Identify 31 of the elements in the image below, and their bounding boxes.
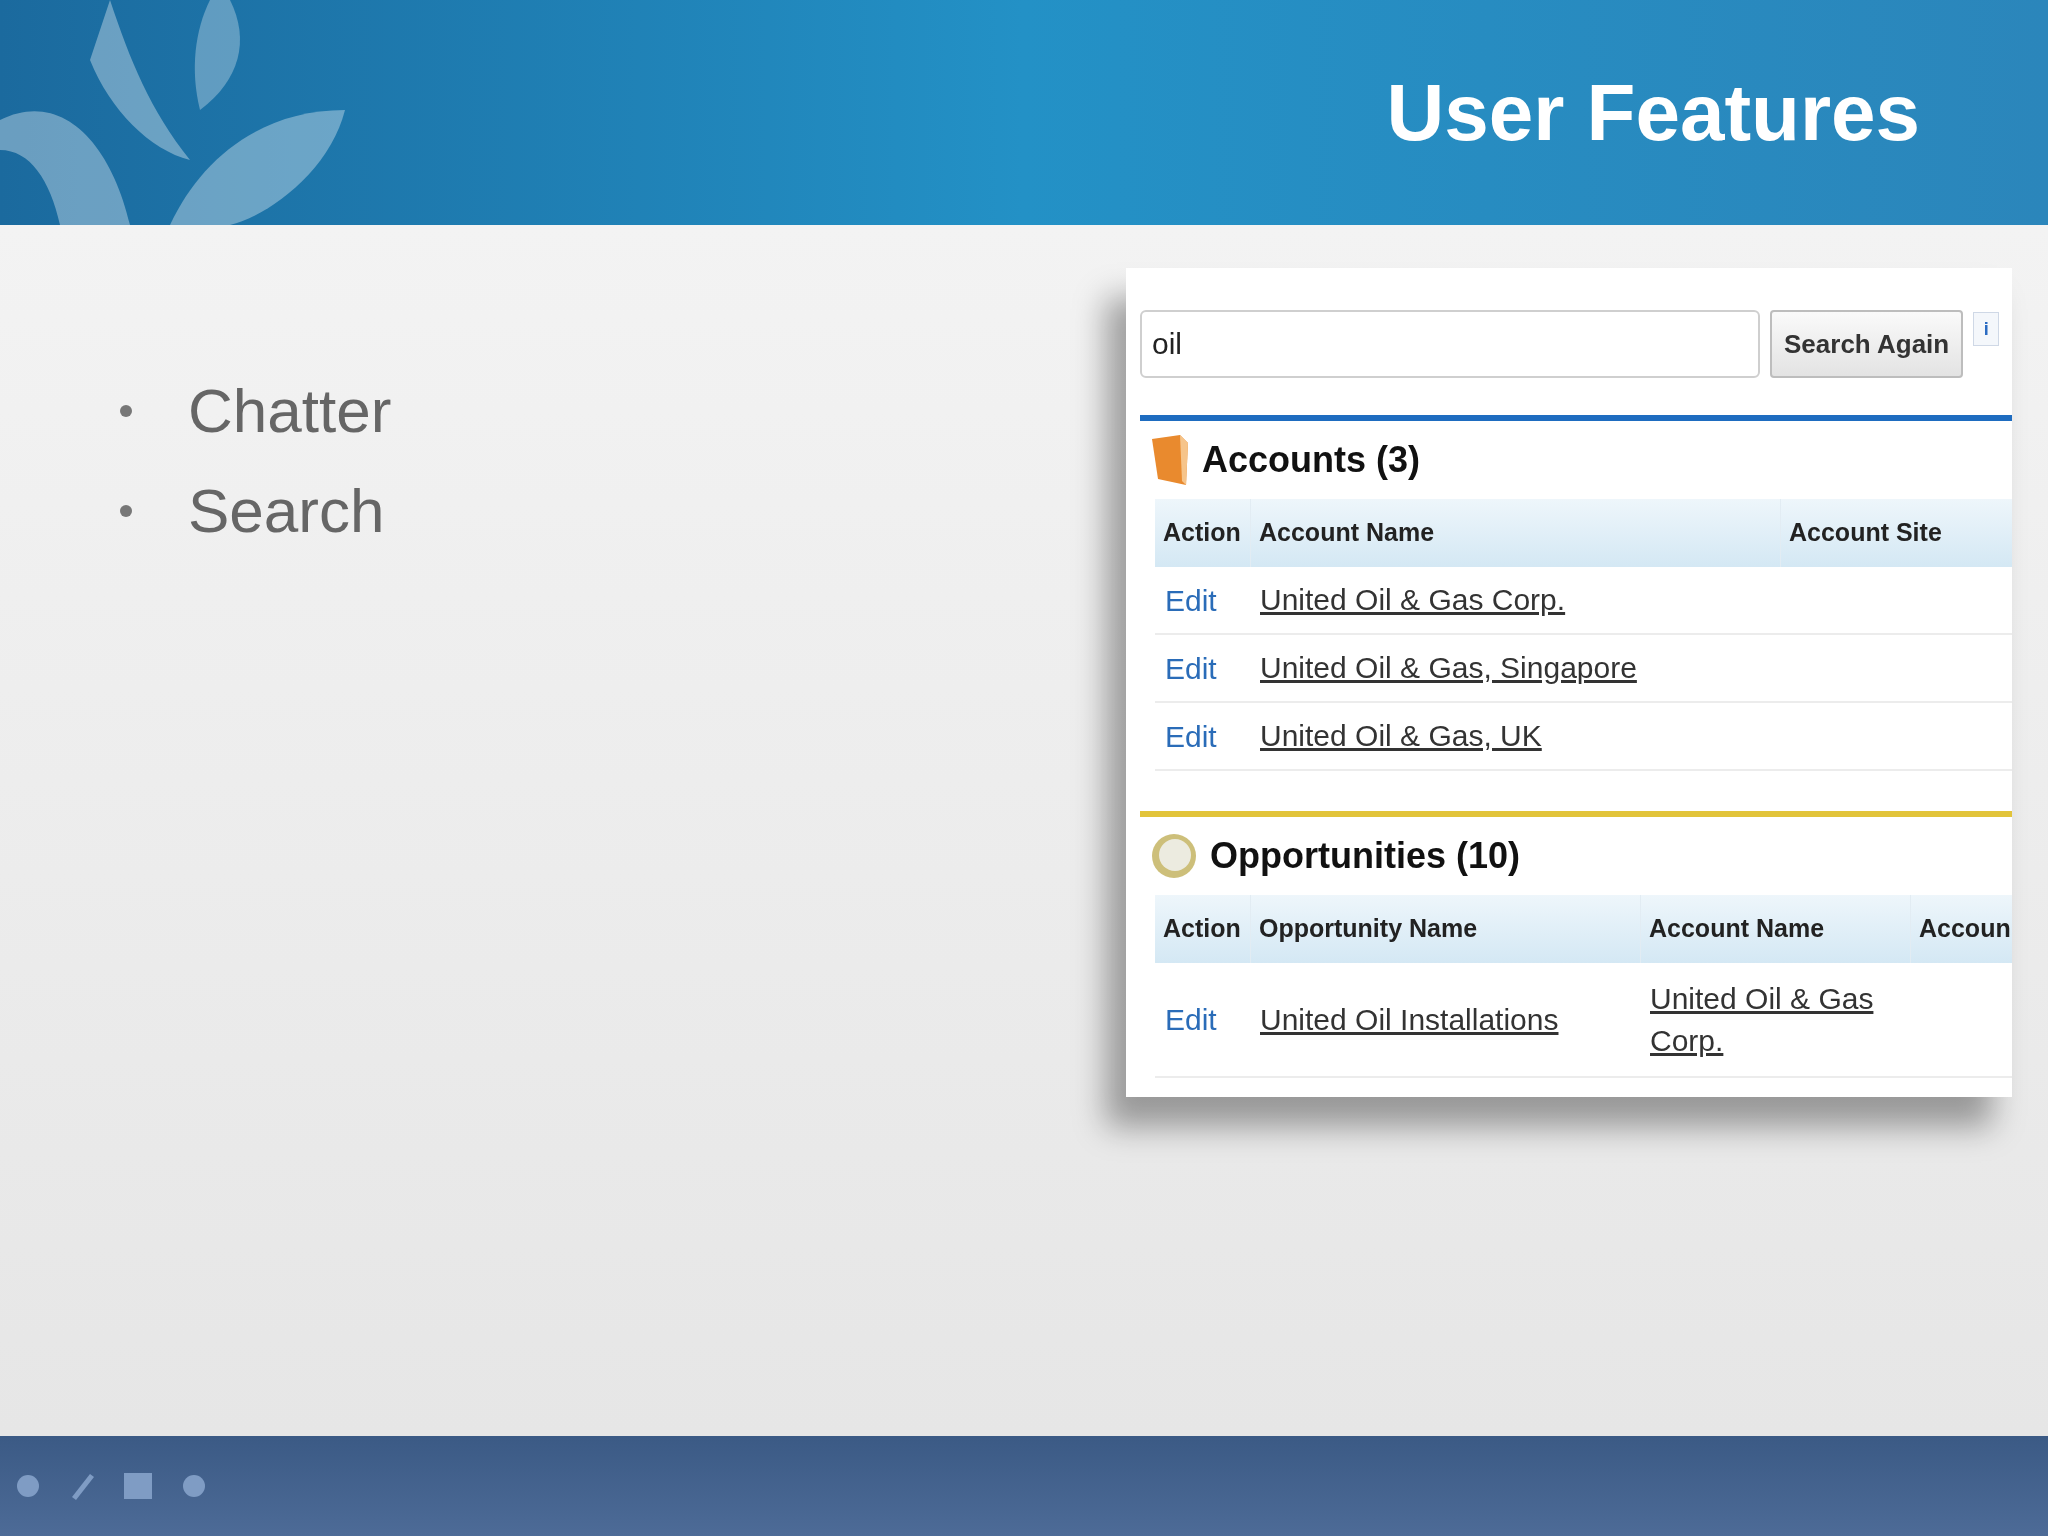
section-title: Opportunities (10) [1210, 834, 1520, 878]
section-title: Accounts (3) [1202, 438, 1421, 482]
edit-link[interactable]: Edit [1165, 713, 1217, 759]
record-link[interactable]: United Oil & Gas Corp. [1650, 977, 1890, 1062]
column-header: Action [1162, 913, 1242, 945]
record-link[interactable]: United Oil & Gas, Singapore [1260, 647, 1637, 689]
info-button[interactable]: i [1973, 312, 2000, 346]
edit-link[interactable]: Edit [1165, 645, 1217, 691]
pen-icon[interactable] [70, 1472, 94, 1500]
column-header: Accoun [1910, 895, 2012, 963]
bullet-text: Chatter [188, 380, 392, 442]
coin-icon [1150, 832, 1198, 880]
search-again-button[interactable]: Search Again [1770, 310, 1964, 378]
record-link[interactable]: United Oil & Gas, UK [1260, 715, 1542, 757]
circle-icon[interactable] [182, 1474, 206, 1498]
bullet-icon [120, 505, 132, 517]
slide-title: User Features [1386, 72, 1920, 153]
column-header: Account Name [1640, 895, 1910, 963]
bullet-icon [120, 405, 132, 417]
record-link[interactable]: United Oil Installations [1260, 998, 1559, 1041]
column-header: Opportunity Name [1250, 895, 1640, 963]
edit-link[interactable]: Edit [1165, 577, 1217, 623]
column-header: Account Site [1780, 499, 2012, 567]
circle-icon[interactable] [16, 1474, 40, 1498]
folder-icon [1150, 435, 1190, 485]
column-header: Action [1162, 517, 1242, 549]
edit-link[interactable]: Edit [1165, 997, 1217, 1042]
bullet-text: Search [188, 480, 385, 542]
column-header: Account Name [1250, 499, 1780, 567]
record-link[interactable]: United Oil & Gas Corp. [1260, 579, 1566, 621]
search-field[interactable]: oil [1140, 310, 1760, 378]
